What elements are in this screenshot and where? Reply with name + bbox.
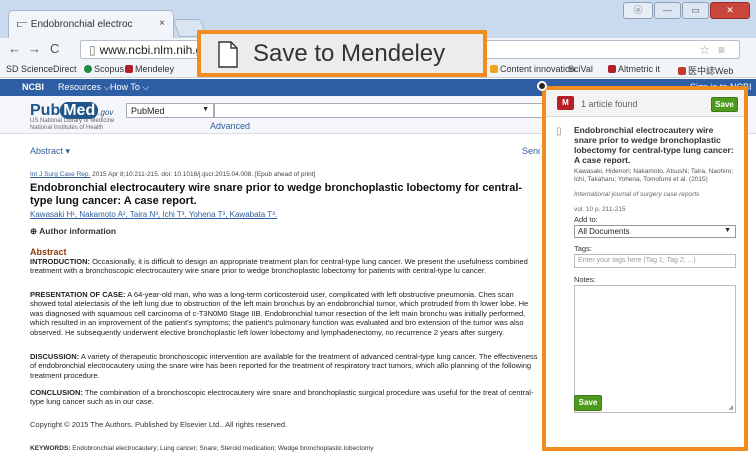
mendeley-importer-panel: M 1 article found Save ▯ Endobronchial e… — [542, 86, 748, 451]
resources-menu[interactable]: Resources ⌵ — [58, 82, 110, 93]
abstract-presentation: PRESENTATION OF CASE: A 64-year-old man,… — [30, 290, 529, 337]
save-to-mendeley-label: Save to Mendeley — [253, 40, 446, 67]
document-icon — [218, 41, 238, 68]
citation-line: Int J Surg Case Rep. 2015 Apr 8;10:211-2… — [30, 171, 316, 178]
add-to-label: Add to: — [574, 215, 598, 224]
page-icon: ▯ — [89, 43, 96, 57]
dropdown-arrow-icon: ▼ — [724, 227, 731, 234]
star-icon[interactable]: ☆≡ — [699, 43, 733, 57]
article-volume: vol. 10 p. 211-215 — [574, 206, 626, 213]
close-window-button[interactable]: ✕ — [710, 2, 750, 19]
article-journal: International journal of surgery case re… — [574, 191, 700, 198]
panel-body: ▯ Endobronchial electrocautery wire snar… — [546, 117, 744, 447]
mendeley-icon — [125, 65, 133, 73]
abstract-conclusion: CONCLUSION: The combination of a broncho… — [30, 388, 534, 407]
save-to-mendeley-callout[interactable]: Save to Mendeley — [197, 30, 487, 77]
altmetric-icon — [608, 65, 616, 73]
browser-tab[interactable]: ⫍ Endobronchial electroc × — [8, 10, 174, 38]
abstract-discussion: DISCUSSION: A variety of therapeutic bro… — [30, 352, 538, 380]
article-document-icon: ▯ — [556, 126, 562, 137]
back-arrow-icon[interactable]: ← — [8, 41, 21, 56]
advanced-search-link[interactable]: Advanced — [210, 121, 250, 131]
maximize-button[interactable]: ▭ — [682, 2, 709, 19]
bookmark-scopus[interactable]: Scopus — [84, 64, 124, 74]
article-title: Endobronchial electrocautery wire snare … — [574, 125, 734, 165]
save-button-bottom[interactable]: Save — [574, 395, 602, 411]
mendeley-logo-icon: M — [557, 96, 574, 110]
forward-arrow-icon[interactable]: → — [28, 41, 41, 56]
author-list[interactable]: Kawasaki H¹, Nakamoto A², Taira N³, Ichi… — [30, 210, 277, 219]
author-information-toggle[interactable]: ⊕ Author information — [30, 226, 116, 237]
scopus-icon — [84, 65, 92, 73]
display-format-dropdown[interactable]: Abstract ▾ — [30, 146, 70, 157]
ncbi-favicon-icon: ⫍ — [17, 19, 28, 30]
bookmark-mendeley[interactable]: Mendeley — [125, 64, 174, 74]
abstract-heading: Abstract — [30, 247, 67, 257]
howto-menu[interactable]: How To ⌵ — [110, 82, 149, 93]
database-select[interactable]: PubMed ▼ — [126, 103, 214, 118]
pubmed-subtitle: US National Library of Medicine National … — [30, 118, 115, 131]
ichushi-icon — [678, 67, 686, 75]
send-to-dropdown[interactable]: Send — [522, 146, 540, 156]
tags-input[interactable]: Enter your tags here (Tag 1; Tag 2; ...) — [574, 254, 736, 268]
article-content: Abstract ▾ Send Int J Surg Case Rep. 201… — [30, 134, 540, 459]
minimize-button[interactable]: — — [654, 2, 681, 19]
notes-label: Notes: — [574, 275, 596, 284]
tab-close-icon[interactable]: × — [159, 18, 165, 29]
tab-title: Endobronchial electroc — [30, 19, 133, 30]
article-authors: Kawasaki, Hidenori; Nakamoto, Atsushi; T… — [574, 168, 734, 183]
bookmark-sciencedirect[interactable]: SD ScienceDirect — [6, 64, 77, 74]
abstract-introduction: INTRODUCTION: Occasionally, it is diffic… — [30, 257, 528, 276]
cursor-indicator-icon — [537, 81, 547, 91]
ncbi-logo[interactable]: NCBI — [22, 82, 44, 92]
window-controls: ⓤ — ▭ ✕ — [623, 2, 750, 19]
keywords-line: KEYWORDS: Endobronchial electrocautery; … — [30, 445, 374, 452]
search-input[interactable] — [214, 103, 544, 118]
bookmark-scival[interactable]: SciVal — [568, 64, 593, 74]
articles-found-count: 1 article found — [581, 99, 638, 109]
bookmark-content-innovation[interactable]: Content innovation — [490, 64, 575, 74]
bookmark-altmetric[interactable]: Altmetric it — [608, 64, 660, 74]
save-button[interactable]: Save — [711, 97, 738, 112]
bookmark-ichushi[interactable]: 医中誌Web — [678, 64, 733, 77]
resize-grip-icon[interactable]: ◢ — [728, 404, 733, 411]
reload-icon[interactable]: C — [50, 41, 59, 56]
journal-link[interactable]: Int J Surg Case Rep. — [30, 171, 90, 178]
panel-header: M 1 article found Save — [546, 90, 744, 117]
notes-textarea[interactable]: ◢ — [574, 285, 736, 413]
add-to-select[interactable]: All Documents ▼ — [574, 225, 736, 238]
user-profile-button[interactable]: ⓤ — [623, 2, 653, 19]
copyright-text: Copyright © 2015 The Authors. Published … — [30, 420, 288, 429]
article-title: Endobronchial electrocautery wire snare … — [30, 182, 523, 207]
url-text: www.ncbi.nlm.nih.go — [99, 43, 209, 57]
dropdown-arrow-icon: ▼ — [202, 106, 209, 113]
content-innovation-icon — [490, 65, 498, 73]
tags-label: Tags: — [574, 244, 592, 253]
